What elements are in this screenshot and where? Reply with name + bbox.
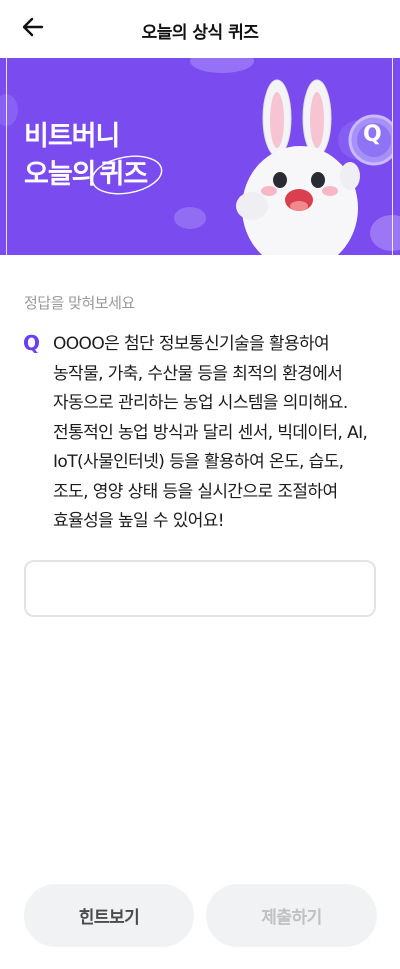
banner-border-left [6, 58, 7, 255]
page-title: 오늘의 상식 퀴즈 [141, 23, 259, 43]
question-text: OOOO은 첨단 정보통신기술을 활용하여 농작물, 가축, 수산물 등을 최적… [53, 334, 368, 531]
quiz-instruction: 정답을 맞혀보세요 [24, 294, 135, 312]
q-coin-letter: Q [363, 122, 382, 147]
top-bar: 오늘의 상식 퀴즈 [0, 0, 400, 58]
banner-title: 비트버니 오늘의 퀴즈 [24, 118, 162, 195]
banner-title-highlight: 퀴즈 [99, 159, 149, 190]
question-mark-label: Q [23, 331, 41, 355]
answer-input[interactable] [24, 560, 376, 617]
banner-title-prefix: 오늘의 [24, 159, 97, 190]
banner-title-line1: 비트버니 [24, 121, 120, 152]
banner-border-right [392, 58, 393, 255]
bunny-mascot-icon [236, 79, 392, 255]
quiz-banner: 비트버니 오늘의 퀴즈 Q [0, 58, 400, 255]
banner-title-line2: 오늘의 퀴즈 [24, 155, 162, 195]
hint-button[interactable]: 힌트보기 [24, 884, 194, 947]
banner-title-highlight-wrap: 퀴즈 [91, 155, 162, 195]
submit-button[interactable]: 제출하기 [206, 884, 377, 947]
